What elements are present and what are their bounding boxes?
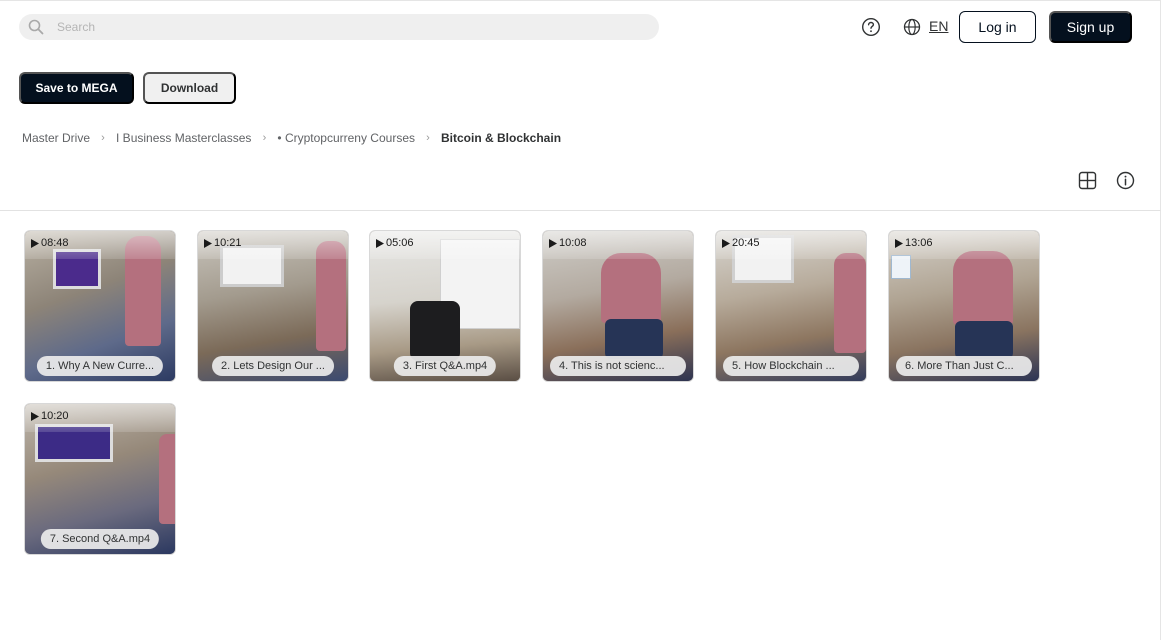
person-figure (834, 253, 866, 353)
breadcrumb: Master Drive › I Business Masterclasses … (22, 130, 561, 146)
chevron-right-icon: › (426, 132, 430, 144)
file-name: 5. How Blockchain ... (723, 356, 859, 376)
play-icon (204, 238, 212, 248)
person-figure (601, 253, 661, 323)
search-icon (28, 19, 44, 35)
help-icon[interactable] (861, 17, 881, 37)
person-figure (159, 434, 175, 524)
globe-icon[interactable] (903, 18, 921, 36)
file-name: 2. Lets Design Our ... (212, 356, 334, 376)
play-icon (376, 238, 384, 248)
duration-text: 20:45 (732, 237, 760, 249)
play-icon (895, 238, 903, 248)
top-border (0, 0, 1161, 1)
info-icon[interactable] (1116, 171, 1135, 190)
duration-badge: 10:08 (549, 237, 587, 249)
play-icon (549, 238, 557, 248)
chevron-right-icon: › (101, 132, 105, 144)
duration-text: 08:48 (41, 237, 69, 249)
video-tile[interactable]: 10:08 4. This is not scienc... (542, 230, 694, 382)
duration-badge: 08:48 (31, 237, 69, 249)
video-tile[interactable]: 20:45 5. How Blockchain ... (715, 230, 867, 382)
person-figure (953, 251, 1013, 325)
signup-button[interactable]: Sign up (1049, 11, 1132, 43)
file-name: 4. This is not scienc... (550, 356, 686, 376)
office-chair (410, 301, 460, 361)
duration-badge: 10:20 (31, 410, 69, 422)
duration-badge: 10:21 (204, 237, 242, 249)
duration-text: 13:06 (905, 237, 933, 249)
breadcrumb-item-cryptocurrency-courses[interactable]: • Cryptopcurreny Courses (277, 131, 415, 145)
video-tile[interactable]: 05:06 3. First Q&A.mp4 (369, 230, 521, 382)
play-icon (31, 238, 39, 248)
file-name: 6. More Than Just C... (896, 356, 1032, 376)
search-bar[interactable] (19, 14, 659, 40)
duration-badge: 05:06 (376, 237, 414, 249)
video-tile[interactable]: 13:06 6. More Than Just C... (888, 230, 1040, 382)
download-button[interactable]: Download (143, 72, 236, 104)
duration-text: 05:06 (386, 237, 414, 249)
divider (0, 210, 1161, 211)
login-button[interactable]: Log in (959, 11, 1036, 43)
language-selector[interactable]: EN (929, 18, 948, 34)
chevron-right-icon: › (262, 132, 267, 144)
search-input[interactable] (57, 14, 647, 40)
duration-text: 10:21 (214, 237, 242, 249)
file-name: 1. Why A New Curre... (36, 356, 164, 376)
duration-badge: 13:06 (895, 237, 933, 249)
play-icon (31, 411, 39, 421)
file-name: 3. First Q&A.mp4 (393, 356, 497, 376)
breadcrumb-item-current: Bitcoin & Blockchain (441, 131, 562, 145)
video-tile[interactable]: 10:21 2. Lets Design Our ... (197, 230, 349, 382)
person-legs (955, 321, 1013, 359)
person-legs (605, 319, 663, 359)
save-to-mega-button[interactable]: Save to MEGA (19, 72, 134, 104)
duration-text: 10:20 (41, 410, 69, 422)
grid-view-icon[interactable] (1078, 171, 1097, 190)
video-tile[interactable]: 08:48 1. Why A New Curre... (24, 230, 176, 382)
file-name: 7. Second Q&A.mp4 (40, 529, 160, 549)
video-tile[interactable]: 10:20 7. Second Q&A.mp4 (24, 403, 176, 555)
breadcrumb-item-business-masterclasses[interactable]: I Business Masterclasses (116, 131, 251, 145)
play-icon (722, 238, 730, 248)
breadcrumb-item-master-drive[interactable]: Master Drive (22, 131, 90, 145)
duration-text: 10:08 (559, 237, 587, 249)
duration-badge: 20:45 (722, 237, 760, 249)
